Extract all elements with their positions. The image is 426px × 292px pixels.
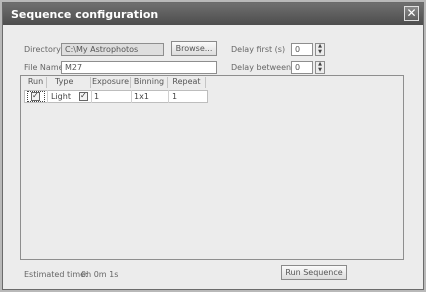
column-header-exposure[interactable]: Exposure <box>91 77 131 88</box>
type-checkbox[interactable]: ✓ <box>79 91 88 101</box>
column-header-binning[interactable]: Binning <box>131 77 168 88</box>
cell-divider <box>168 90 169 103</box>
browse-button[interactable]: Browse... <box>171 41 217 56</box>
close-icon: ✕ <box>406 6 417 20</box>
cell-divider <box>91 90 92 103</box>
column-header-type[interactable]: Type <box>47 77 91 88</box>
estimated-time-value: 0h 0m 1s <box>81 270 119 279</box>
spin-down-icon[interactable]: ▼ <box>316 68 324 73</box>
delay-first-spinner[interactable]: ▲ ▼ <box>315 43 325 56</box>
type-cell[interactable]: Light <box>51 92 71 101</box>
close-button[interactable]: ✕ <box>404 6 419 21</box>
estimated-time-label: Estimated time: <box>24 270 88 279</box>
file-name-field[interactable]: M27 <box>61 61 217 74</box>
binning-cell[interactable]: 1x1 <box>134 92 149 101</box>
directory-label: Directory <box>24 45 61 54</box>
spin-down-icon[interactable]: ▼ <box>316 50 324 55</box>
delay-first-field[interactable]: 0 <box>291 43 313 56</box>
sequence-configuration-window: Sequence configuration ✕ Directory C:\My… <box>2 2 424 290</box>
exposure-cell[interactable]: 1 <box>94 92 99 101</box>
cell-divider <box>47 90 48 103</box>
title-bar: Sequence configuration ✕ <box>3 3 423 25</box>
run-sequence-button[interactable]: Run Sequence <box>281 265 347 280</box>
cell-divider <box>131 90 132 103</box>
column-header-repeat[interactable]: Repeat <box>168 77 206 88</box>
repeat-cell[interactable]: 1 <box>172 92 177 101</box>
directory-field[interactable]: C:\My Astrophotos <box>61 43 164 56</box>
check-icon: ✓ <box>80 91 87 100</box>
window-title: Sequence configuration <box>11 8 159 21</box>
file-name-label: File Name <box>24 63 64 72</box>
delay-between-field[interactable]: 0 <box>291 61 313 74</box>
column-header-run[interactable]: Run <box>25 77 47 88</box>
run-checkbox[interactable]: ✓ <box>31 91 40 101</box>
sequence-table: Run Type Exposure Binning Repeat ✓ Light… <box>20 75 404 260</box>
check-icon: ✓ <box>32 91 39 100</box>
delay-between-spinner[interactable]: ▲ ▼ <box>315 61 325 74</box>
delay-first-label: Delay first (s) <box>231 45 286 54</box>
